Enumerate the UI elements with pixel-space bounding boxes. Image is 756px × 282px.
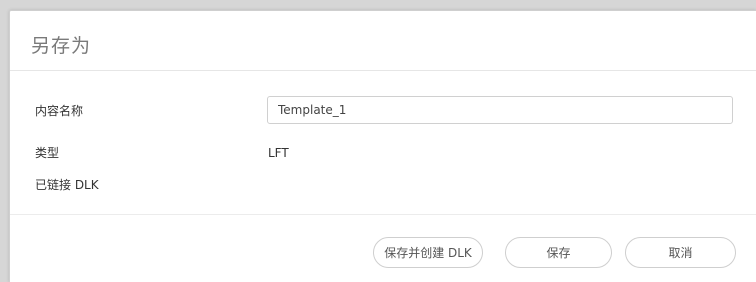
cancel-button[interactable]: 取消 [625,237,736,268]
type-value: LFT [268,146,289,160]
content-name-input[interactable] [267,96,733,124]
dialog-header [10,11,756,71]
content-name-label: 内容名称 [35,104,84,118]
save-button[interactable]: 保存 [505,237,612,268]
save-as-dialog: 另存为 内容名称 类型 LFT 已链接 DLK 保存并创建 DLK 保存 取消 [9,10,756,282]
dialog-title: 另存为 [31,35,92,57]
linked-dlk-label: 已链接 DLK [35,178,99,192]
type-label: 类型 [35,146,60,160]
footer-divider [10,214,756,215]
save-and-create-dlk-button[interactable]: 保存并创建 DLK [373,237,483,268]
